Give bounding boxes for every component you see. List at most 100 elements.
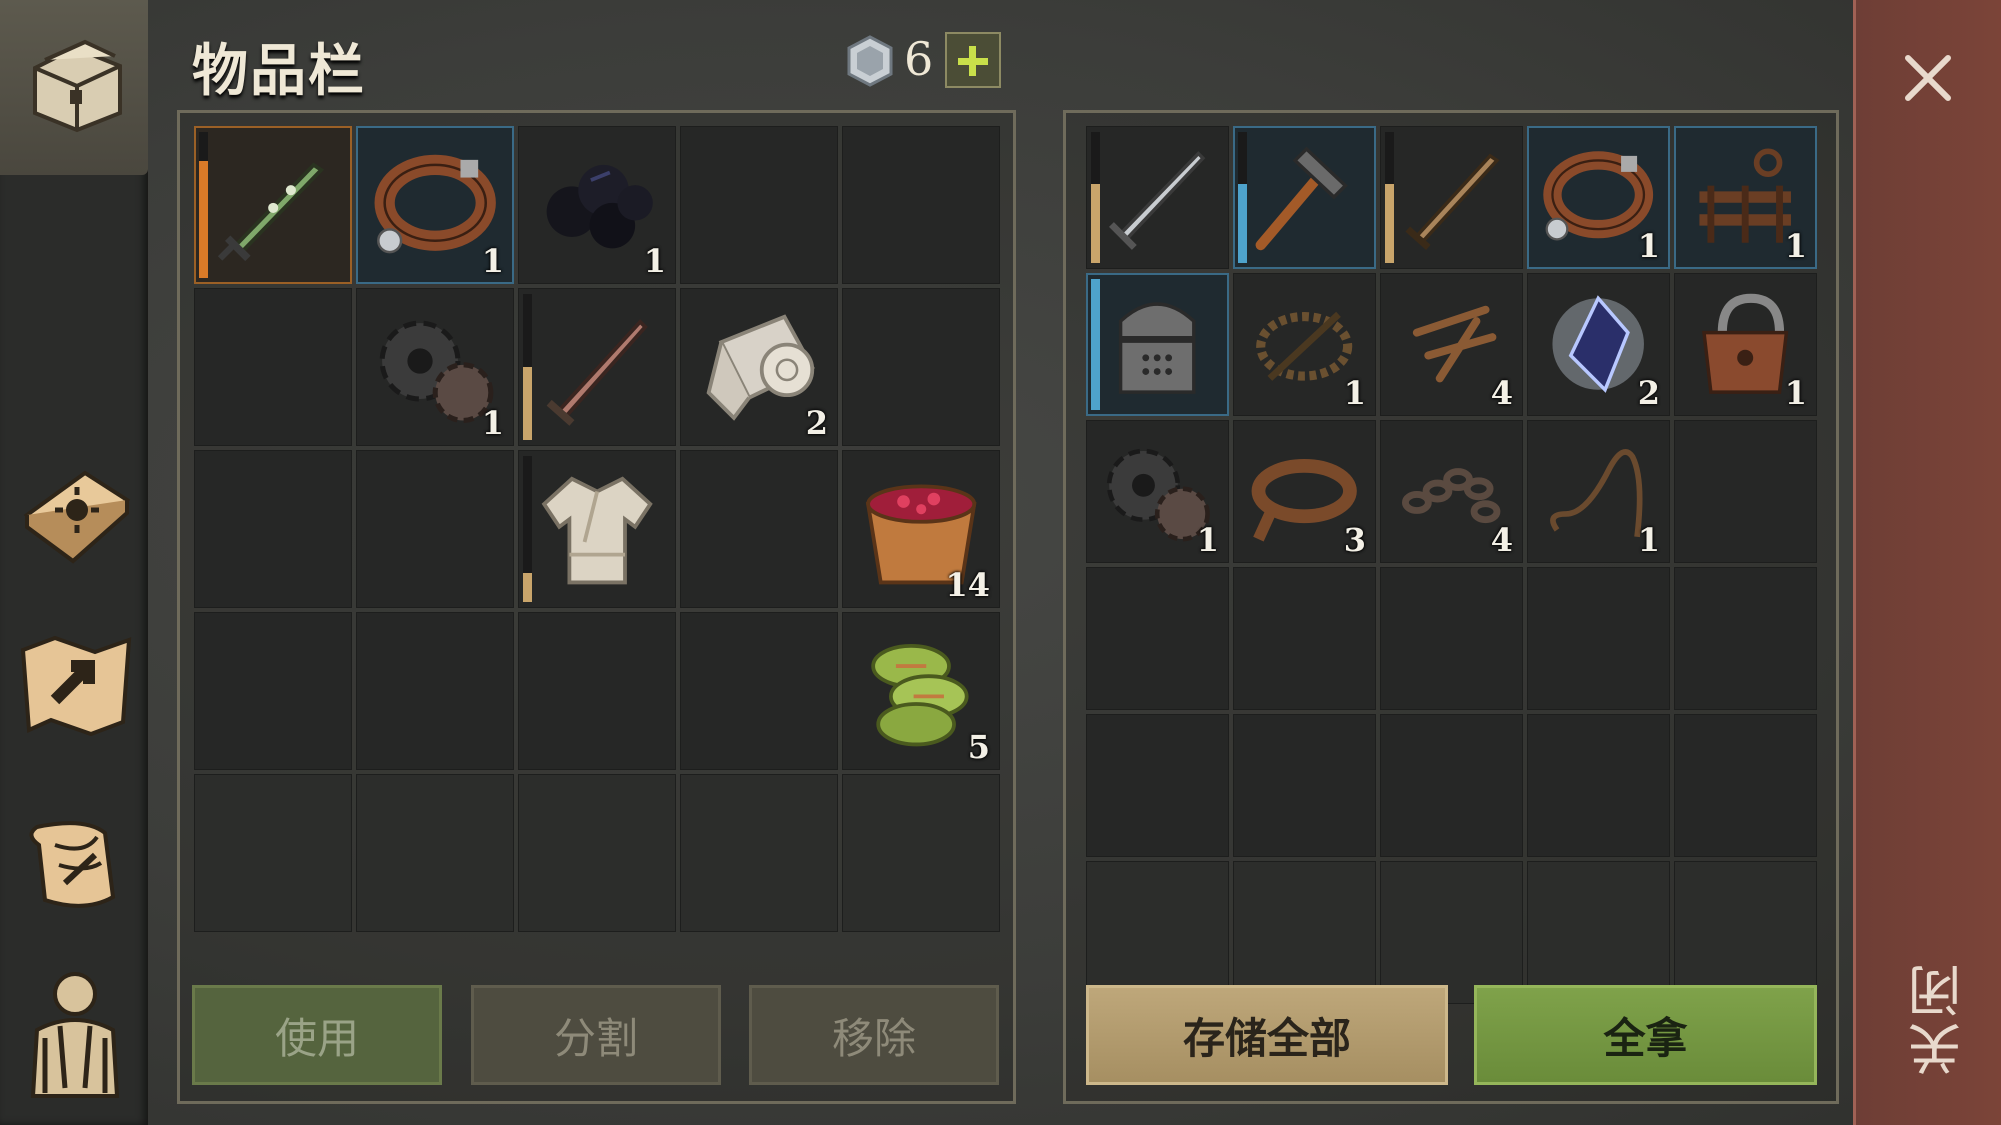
storage-slot[interactable] xyxy=(1086,567,1229,710)
inventory-slot[interactable] xyxy=(842,126,1000,284)
storage-slot[interactable]: 1 xyxy=(1674,273,1817,416)
knight-helmet-icon xyxy=(1100,284,1214,404)
item-count: 1 xyxy=(1784,374,1807,412)
storage-slot[interactable]: 1 xyxy=(1527,126,1670,269)
storage-slot[interactable]: 1 xyxy=(1086,420,1229,563)
storage-slot[interactable] xyxy=(1086,714,1229,857)
remove-button[interactable]: 移除 xyxy=(749,985,999,1085)
inventory-slot[interactable]: 1 xyxy=(518,126,676,284)
inventory-slot[interactable]: 14 xyxy=(842,450,1000,608)
inventory-slot[interactable] xyxy=(356,450,514,608)
close-panel[interactable] xyxy=(1853,0,2001,1125)
item-count: 2 xyxy=(805,404,828,442)
inventory-slot[interactable]: 5 xyxy=(842,612,1000,770)
inventory-slot[interactable] xyxy=(842,774,1000,932)
durability-bar xyxy=(199,132,208,278)
left-sidebar xyxy=(0,0,148,1125)
durability-bar xyxy=(1091,132,1100,263)
close-button[interactable]: 关闭 xyxy=(1900,960,1979,1076)
store-all-button[interactable]: 存储全部 xyxy=(1086,985,1448,1085)
take-all-button[interactable]: 全拿 xyxy=(1474,985,1817,1085)
longsword-icon xyxy=(1100,137,1214,257)
storage-slot[interactable]: 3 xyxy=(1233,420,1376,563)
crafting-book-icon[interactable] xyxy=(14,455,136,565)
storage-slot[interactable]: 1 xyxy=(1674,126,1817,269)
inventory-slot[interactable] xyxy=(518,450,676,608)
currency-count: 6 xyxy=(904,32,934,86)
storage-slot[interactable] xyxy=(1233,861,1376,1004)
close-icon[interactable] xyxy=(1900,50,1956,106)
inventory-slot[interactable] xyxy=(680,612,838,770)
storage-slot[interactable] xyxy=(1527,861,1670,1004)
character-equipment-icon[interactable] xyxy=(14,968,136,1098)
storage-slot[interactable] xyxy=(1233,126,1376,269)
item-count: 1 xyxy=(481,404,504,442)
add-currency-button[interactable] xyxy=(945,32,1001,88)
inventory-slot[interactable] xyxy=(356,774,514,932)
sword-icon xyxy=(534,301,660,434)
item-count: 1 xyxy=(1637,521,1660,559)
storage-slot[interactable] xyxy=(1086,273,1229,416)
storage-slot[interactable] xyxy=(1233,714,1376,857)
inventory-slot[interactable] xyxy=(194,126,352,284)
inventory-slot[interactable] xyxy=(194,288,352,446)
item-count: 3 xyxy=(1343,521,1366,559)
item-count: 1 xyxy=(1784,227,1807,265)
storage-slot[interactable] xyxy=(1674,567,1817,710)
gears-icon xyxy=(372,301,498,434)
storage-slot[interactable] xyxy=(1086,126,1229,269)
item-count: 14 xyxy=(945,566,990,604)
inventory-slot[interactable] xyxy=(680,450,838,608)
leather-collar-icon xyxy=(372,139,498,272)
storage-slot[interactable] xyxy=(1380,714,1523,857)
sword-camo-icon xyxy=(210,139,336,272)
storage-slot[interactable] xyxy=(1674,714,1817,857)
inventory-slot[interactable]: 2 xyxy=(680,288,838,446)
coal-icon xyxy=(534,139,660,272)
cactus-slices-icon xyxy=(858,625,984,758)
durability-bar xyxy=(1091,279,1100,410)
split-button[interactable]: 分割 xyxy=(471,985,721,1085)
storage-slot[interactable] xyxy=(1674,420,1817,563)
storage-slot[interactable]: 4 xyxy=(1380,420,1523,563)
storage-slot[interactable]: 2 xyxy=(1527,273,1670,416)
inventory-slot[interactable] xyxy=(680,774,838,932)
inventory-slot[interactable] xyxy=(680,126,838,284)
item-count: 1 xyxy=(1637,227,1660,265)
storage-slot[interactable] xyxy=(1527,714,1670,857)
inventory-slot[interactable] xyxy=(842,288,1000,446)
storage-slot[interactable] xyxy=(1674,861,1817,1004)
storage-slot[interactable] xyxy=(1233,567,1376,710)
storage-slot[interactable] xyxy=(1380,126,1523,269)
storage-slot[interactable]: 1 xyxy=(1527,420,1670,563)
durability-bar xyxy=(1385,132,1394,263)
map-icon[interactable] xyxy=(14,630,136,740)
durability-bar xyxy=(523,456,532,602)
inventory-grid: 1 1 1 2 14 5 xyxy=(194,126,1000,932)
inventory-slot[interactable] xyxy=(194,450,352,608)
durability-bar xyxy=(1238,132,1247,263)
storage-slot[interactable] xyxy=(1380,567,1523,710)
inventory-slot[interactable] xyxy=(194,774,352,932)
cloth-roll-icon xyxy=(696,301,822,434)
durability-bar xyxy=(523,294,532,440)
item-count: 1 xyxy=(481,242,504,280)
storage-slot[interactable]: 1 xyxy=(1233,273,1376,416)
storage-slot[interactable] xyxy=(1086,861,1229,1004)
scroll-quest-icon[interactable] xyxy=(14,805,136,915)
inventory-slot[interactable]: 1 xyxy=(356,126,514,284)
storage-slot[interactable] xyxy=(1527,567,1670,710)
inventory-slot[interactable] xyxy=(356,612,514,770)
inventory-slot[interactable]: 1 xyxy=(356,288,514,446)
inventory-slot[interactable] xyxy=(518,774,676,932)
item-count: 4 xyxy=(1490,521,1513,559)
chest-tab-icon[interactable] xyxy=(14,28,136,138)
use-button[interactable]: 使用 xyxy=(192,985,442,1085)
storage-slot[interactable]: 4 xyxy=(1380,273,1523,416)
inventory-slot[interactable] xyxy=(518,612,676,770)
inventory-slot[interactable] xyxy=(194,612,352,770)
inventory-slot[interactable] xyxy=(518,288,676,446)
item-count: 1 xyxy=(1196,521,1219,559)
bronze-sword-icon xyxy=(1394,137,1508,257)
storage-slot[interactable] xyxy=(1380,861,1523,1004)
